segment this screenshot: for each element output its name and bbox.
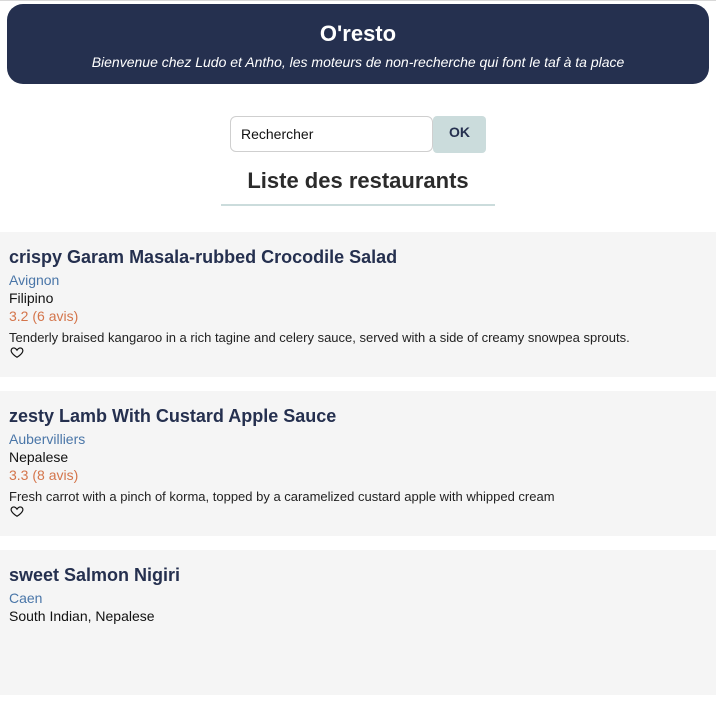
restaurant-cuisine: Filipino bbox=[9, 290, 54, 306]
restaurant-card[interactable]: sweet Salmon Nigiri Caen South Indian, N… bbox=[0, 550, 716, 695]
heart-outline-icon[interactable] bbox=[10, 345, 24, 359]
restaurant-city: Avignon bbox=[9, 272, 60, 288]
restaurant-cuisine: South Indian, Nepalese bbox=[9, 608, 155, 624]
search-submit-button[interactable]: OK bbox=[433, 116, 486, 153]
restaurant-city: Aubervilliers bbox=[9, 431, 86, 447]
restaurant-card[interactable]: crispy Garam Masala-rubbed Crocodile Sal… bbox=[0, 232, 716, 377]
restaurant-description: Tenderly braised kangaroo in a rich tagi… bbox=[9, 330, 630, 345]
restaurant-name[interactable]: zesty Lamb With Custard Apple Sauce bbox=[9, 406, 336, 427]
restaurant-cuisine: Nepalese bbox=[9, 449, 69, 465]
restaurant-description: Fresh carrot with a pinch of korma, topp… bbox=[9, 489, 555, 504]
site-header: O'resto Bienvenue chez Ludo et Antho, le… bbox=[7, 4, 709, 84]
restaurant-list: crispy Garam Masala-rubbed Crocodile Sal… bbox=[0, 232, 716, 709]
heart-outline-icon[interactable] bbox=[10, 504, 24, 518]
search-form: OK bbox=[230, 116, 490, 154]
search-input[interactable] bbox=[230, 116, 433, 152]
restaurant-card[interactable]: zesty Lamb With Custard Apple Sauce Aube… bbox=[0, 391, 716, 536]
restaurant-rating: 3.2 (6 avis) bbox=[9, 308, 79, 324]
site-subtitle: Bienvenue chez Ludo et Antho, les moteur… bbox=[91, 54, 625, 70]
restaurant-list-title: Liste des restaurants bbox=[221, 168, 495, 206]
restaurant-city: Caen bbox=[9, 590, 43, 606]
restaurant-rating: 3.3 (8 avis) bbox=[9, 467, 79, 483]
site-title: O'resto bbox=[319, 21, 397, 46]
restaurant-name[interactable]: sweet Salmon Nigiri bbox=[9, 565, 180, 586]
restaurant-name[interactable]: crispy Garam Masala-rubbed Crocodile Sal… bbox=[9, 247, 397, 268]
